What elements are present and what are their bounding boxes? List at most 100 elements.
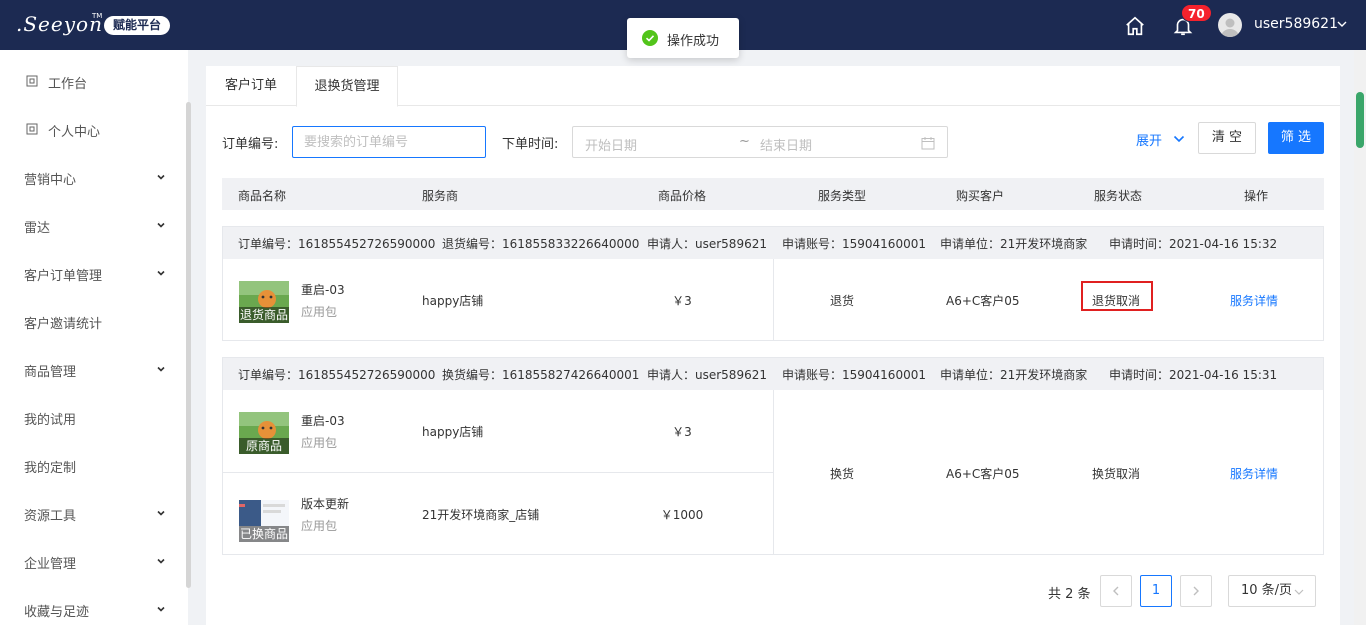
notification-count-badge: 70 — [1181, 4, 1212, 22]
product-type: 应用包 — [301, 305, 338, 319]
sidebar-item-my-customizations[interactable]: 我的定制 — [0, 442, 188, 490]
seeyon-logo[interactable]: .Seeyon — [16, 12, 103, 36]
order-number: 订单编号：161855452726590000 — [238, 237, 436, 251]
column-header: 购买客户 — [956, 189, 1005, 203]
clear-button[interactable]: 清 空 — [1198, 122, 1256, 154]
calendar-icon — [921, 137, 935, 150]
sidebar-item-label: 客户订单管理 — [24, 269, 103, 284]
start-date-placeholder[interactable]: 开始日期 — [585, 135, 637, 154]
provider-name: happy店铺 — [422, 294, 484, 308]
order-card: 订单编号：161855452726590000 换货编号：16185582742… — [222, 357, 1324, 555]
provider-name: happy店铺 — [422, 425, 484, 439]
column-header: 服务状态 — [1094, 189, 1143, 203]
user-avatar[interactable] — [1218, 13, 1242, 37]
customer-name: A6+C客户05 — [946, 294, 1020, 308]
product-tag: 退货商品 — [239, 307, 289, 323]
tab-customer-orders[interactable]: 客户订单 — [206, 66, 296, 106]
service-details-link[interactable]: 服务详情 — [1230, 465, 1278, 482]
sidebar-item-customer-orders[interactable]: 客户订单管理 — [0, 250, 188, 298]
toast-message: 操作成功 — [667, 34, 720, 49]
service-type: 退货 — [830, 294, 855, 308]
sidebar-item-label: 营销中心 — [24, 173, 77, 188]
date-range-picker[interactable]: 开始日期 ~ 结束日期 — [572, 126, 948, 158]
sidebar-item-label: 企业管理 — [24, 557, 77, 572]
chevron-down-icon — [157, 366, 165, 372]
product-type: 应用包 — [301, 436, 338, 450]
home-icon[interactable] — [1124, 15, 1146, 37]
apply-account: 申请账号：15904160001 — [782, 237, 926, 251]
apply-time: 申请时间：2021-04-16 15:31 — [1109, 368, 1278, 382]
filter-button[interactable]: 筛 选 — [1268, 122, 1324, 154]
sidebar-item-product-management[interactable]: 商品管理 — [0, 346, 188, 394]
column-header: 操作 — [1244, 189, 1269, 203]
sidebar-item-label: 客户邀请统计 — [24, 317, 103, 332]
customer-name: A6+C客户05 — [946, 467, 1020, 481]
end-date-placeholder[interactable]: 结束日期 — [760, 135, 812, 154]
chevron-right-icon — [1193, 586, 1199, 596]
applicant: 申请人：user589621 — [647, 368, 767, 382]
product-thumbnail[interactable]: 已换商品 — [239, 500, 289, 542]
sidebar-item-invite-stats[interactable]: 客户邀请统计 — [0, 298, 188, 346]
tab-returns-exchanges[interactable]: 退换货管理 — [296, 66, 398, 107]
service-details-link[interactable]: 服务详情 — [1230, 292, 1278, 309]
table-row: 已换商品 版本更新 应用包 21开发环境商家_店铺 ￥1000 — [223, 473, 774, 555]
exchange-number: 换货编号：161855827426640001 — [442, 368, 640, 382]
product-price: ￥3 — [672, 425, 692, 439]
service-status: 退货取消 — [1092, 294, 1141, 308]
product-price: ￥3 — [672, 294, 692, 308]
product-name: 重启-03 — [301, 414, 345, 428]
chevron-down-icon[interactable] — [1336, 18, 1348, 30]
service-status: 换货取消 — [1092, 467, 1141, 481]
sidebar-item-my-trials[interactable]: 我的试用 — [0, 394, 188, 442]
sidebar-item-marketing[interactable]: 营销中心 — [0, 154, 188, 202]
tab-bar: 客户订单 退换货管理 — [206, 66, 1340, 107]
chevron-down-icon — [157, 174, 165, 180]
page-scrollbar-thumb[interactable] — [1356, 92, 1364, 148]
chevron-down-icon — [1294, 589, 1304, 595]
order-no-input[interactable] — [292, 126, 486, 158]
sidebar-item-label: 收藏与足迹 — [24, 605, 90, 620]
page-size-value: 10 条/页 — [1241, 583, 1293, 598]
order-header: 订单编号：161855452726590000 退货编号：16185583322… — [223, 227, 1323, 259]
sidebar-item-label: 工作台 — [48, 77, 88, 92]
chevron-down-icon — [157, 222, 165, 228]
chevron-down-icon[interactable] — [1172, 132, 1186, 146]
user-avatar-icon — [1221, 18, 1239, 37]
product-thumbnail[interactable]: 退货商品 — [239, 281, 289, 323]
order-card: 订单编号：161855452726590000 退货编号：16185583322… — [222, 226, 1324, 341]
sidebar-item-radar[interactable]: 雷达 — [0, 202, 188, 250]
username-label[interactable]: user589621 — [1254, 16, 1338, 32]
sidebar-item-personal-center[interactable]: 个人中心 — [0, 106, 188, 154]
chevron-left-icon — [1113, 586, 1119, 596]
sidebar: 工作台 个人中心 营销中心 雷达 客户订单管理 客户邀请统计 商品管理 我的试用… — [0, 50, 191, 625]
page-size-select[interactable]: 10 条/页 — [1228, 575, 1316, 607]
order-number: 订单编号：161855452726590000 — [238, 368, 436, 382]
column-header: 服务商 — [422, 189, 459, 203]
product-name: 重启-03 — [301, 283, 345, 297]
apply-time: 申请时间：2021-04-16 15:32 — [1109, 237, 1278, 251]
sidebar-item-resource-tools[interactable]: 资源工具 — [0, 490, 188, 538]
chevron-down-icon — [157, 606, 165, 612]
sidebar-item-workbench[interactable]: 工作台 — [0, 58, 188, 106]
sidebar-scrollbar[interactable] — [186, 102, 191, 588]
expand-link[interactable]: 展开 — [1136, 130, 1162, 149]
table-row: 退货商品 重启-03 应用包 happy店铺 ￥3 — [223, 259, 774, 341]
column-header: 商品价格 — [658, 189, 707, 203]
order-time-label: 下单时间: — [502, 137, 559, 152]
product-thumbnail[interactable]: 原商品 — [239, 412, 289, 454]
provider-name: 21开发环境商家_店铺 — [422, 508, 540, 522]
next-page-button[interactable] — [1180, 575, 1212, 607]
sidebar-item-enterprise-management[interactable]: 企业管理 — [0, 538, 188, 586]
check-circle-icon — [642, 30, 658, 46]
sidebar-item-label: 资源工具 — [24, 509, 77, 524]
prev-page-button[interactable] — [1100, 575, 1132, 607]
chevron-down-icon — [157, 558, 165, 564]
range-separator: ~ — [739, 134, 750, 149]
sidebar-item-favorites[interactable]: 收藏与足迹 — [0, 586, 188, 625]
page-button[interactable]: 1 — [1140, 575, 1172, 607]
table-row: 原商品 重启-03 应用包 happy店铺 ￥3 — [223, 390, 774, 472]
apply-unit: 申请单位：21开发环境商家 — [940, 368, 1088, 382]
applicant: 申请人：user589621 — [647, 237, 767, 251]
logo-trademark: TM — [92, 12, 103, 20]
success-toast: 操作成功 — [627, 18, 739, 58]
